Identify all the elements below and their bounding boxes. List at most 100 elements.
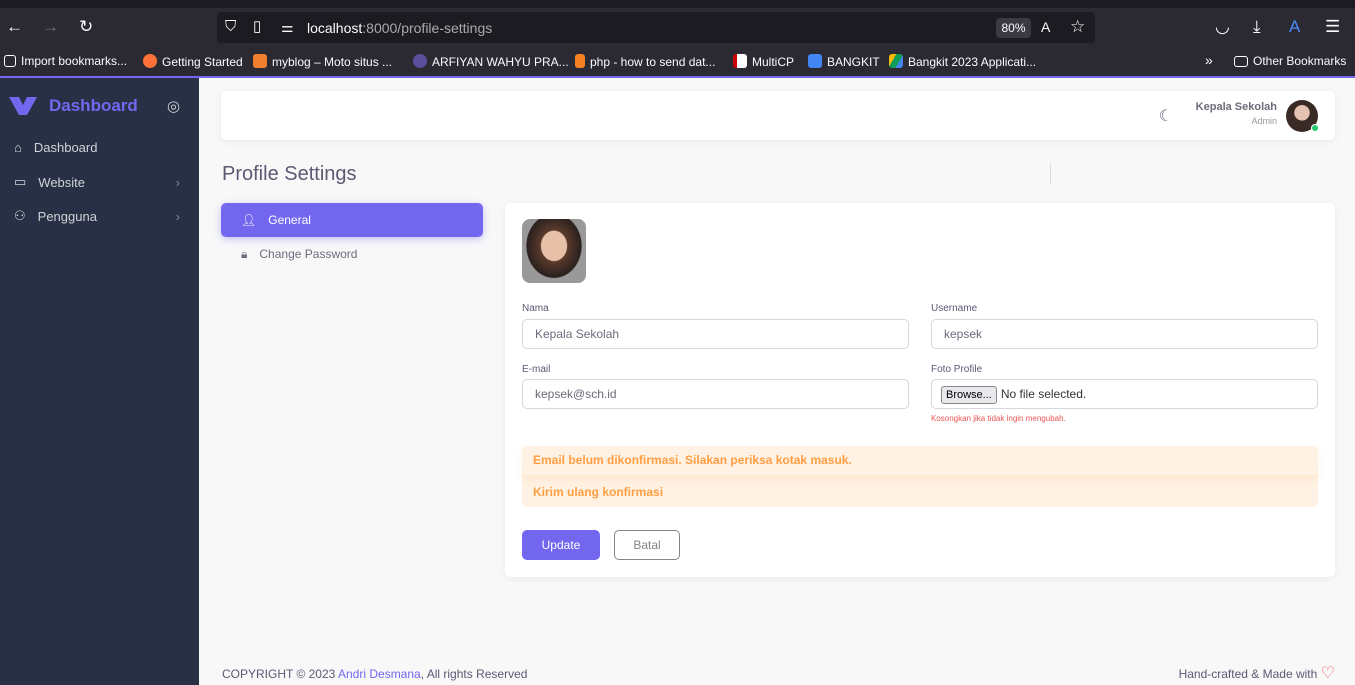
sidebar-item-website[interactable]: ▭ Website › <box>14 174 184 190</box>
bookmark-star-icon[interactable]: ☆ <box>1070 17 1085 37</box>
tab-strip <box>0 0 1355 8</box>
menu-icon[interactable]: ☰ <box>1325 17 1340 37</box>
translate-icon[interactable]: A <box>1041 17 1050 37</box>
back-icon[interactable]: ← <box>6 17 23 37</box>
bookmark-item[interactable]: BANGKIT <box>808 54 880 69</box>
sidebar-item-label: Website <box>38 174 86 190</box>
user-role: Admin <box>1251 116 1277 126</box>
sidebar-item-dashboard[interactable]: ⌂ Dashboard <box>14 140 184 155</box>
bookmarks-bar: Import bookmarks... Getting Started mybl… <box>0 46 1355 76</box>
bookmark-item[interactable]: php - how to send dat... <box>575 54 715 69</box>
tab-label: General <box>268 213 311 227</box>
folder-icon <box>1234 56 1248 67</box>
profile-card: Nama Kepala Sekolah Username kepsek E-ma… <box>505 203 1335 577</box>
resend-confirmation-link[interactable]: Kirim ulang konfirmasi <box>522 475 1318 509</box>
docs-icon <box>808 54 822 68</box>
url-path: :8000/profile-settings <box>362 20 493 36</box>
pocket-icon[interactable]: ◡ <box>1215 17 1230 37</box>
username-label: Username <box>931 303 978 314</box>
url-bar[interactable]: ⛉ ▯ ⚌ localhost:8000/profile-settings 80… <box>217 12 1095 43</box>
bookmark-label: MultiCP <box>752 55 795 69</box>
foto-label: Foto Profile <box>931 364 983 375</box>
home-icon: ⌂ <box>14 140 22 155</box>
nama-label: Nama <box>522 303 549 314</box>
bookmark-item[interactable]: Bangkit 2023 Applicati... <box>889 54 1036 69</box>
page-title: Profile Settings <box>222 163 357 185</box>
top-navbar: ☾ Kepala Sekolah Admin <box>221 91 1335 140</box>
user-name: Kepala Sekolah <box>1195 101 1277 113</box>
footer-copyright: COPYRIGHT © 2023 Andri Desmana, All righ… <box>222 667 527 681</box>
divider <box>1050 163 1051 185</box>
foto-file-input[interactable]: Browse... No file selected. <box>931 379 1318 409</box>
moon-icon[interactable]: ☾ <box>1159 106 1173 126</box>
page-icon: ▯ <box>253 18 262 35</box>
other-bookmarks[interactable]: Other Bookmarks <box>1234 54 1346 68</box>
heart-icon: ♡ <box>1320 665 1335 682</box>
alert-heading: Email belum dikonfirmasi. Silakan periks… <box>522 446 1318 475</box>
collapse-toggle-icon[interactable]: ◎ <box>167 97 180 115</box>
update-button[interactable]: Update <box>522 530 600 560</box>
stackoverflow-icon <box>575 54 585 68</box>
tab-general[interactable]: 👤︎ General <box>221 203 483 237</box>
reload-icon[interactable]: ↻ <box>79 17 93 37</box>
cancel-button[interactable]: Batal <box>614 530 680 560</box>
download-icon[interactable]: ⤓ <box>1253 17 1261 37</box>
chevron-right-icon: › <box>175 174 180 190</box>
browser-icon: ▭ <box>14 174 27 189</box>
sidebar-item-label: Dashboard <box>33 140 98 155</box>
bookmark-item[interactable]: Import bookmarks... <box>4 54 127 68</box>
permissions-icon[interactable]: ⚌ <box>281 17 294 37</box>
no-file-text: No file selected. <box>1000 387 1087 401</box>
made-text: Hand-crafted & Made with <box>1178 667 1318 681</box>
xampp-icon <box>253 54 267 68</box>
browse-button[interactable]: Browse... <box>941 386 997 404</box>
bookmark-label: myblog – Moto situs ... <box>272 55 393 69</box>
multicp-icon <box>733 54 747 68</box>
username-input[interactable]: kepsek <box>931 319 1318 349</box>
university-icon <box>413 54 427 68</box>
user-icon: 👤︎ <box>241 213 257 227</box>
sidebar-item-pengguna[interactable]: ⚇ Pengguna › <box>14 208 184 224</box>
import-icon <box>4 55 16 67</box>
email-alert: Email belum dikonfirmasi. Silakan periks… <box>522 446 1318 507</box>
foto-hint: Kosongkan jika tidak ingin mengubah. <box>931 414 1066 423</box>
author-link[interactable]: Andri Desmana <box>338 667 421 681</box>
bookmark-label: php - how to send dat... <box>590 55 716 69</box>
bookmark-label: Import bookmarks... <box>21 54 128 68</box>
firefox-icon <box>143 54 157 68</box>
forward-icon[interactable]: → <box>42 17 59 37</box>
bookmark-label: ARFIYAN WAHYU PRA... <box>432 55 569 69</box>
sidebar: Dashboard ◎ ⌂ Dashboard ▭ Website › ⚇ Penggu… <box>0 78 199 685</box>
bookmark-item[interactable]: MultiCP <box>733 54 794 69</box>
user-dropdown[interactable]: Kepala Sekolah Admin <box>1196 101 1277 126</box>
copyright-text: COPYRIGHT © 2023 <box>222 667 338 681</box>
tab-change-password[interactable]: 🔒︎ Change Password <box>221 237 483 271</box>
bookmark-label: Getting Started <box>162 55 243 69</box>
users-icon: ⚇ <box>14 208 26 223</box>
rights-text: , All rights Reserved <box>420 667 528 681</box>
url-host: localhost <box>307 20 363 36</box>
profile-photo <box>522 219 586 283</box>
brand-name[interactable]: Dashboard <box>49 96 138 116</box>
drive-icon <box>889 54 903 68</box>
shield-icon[interactable]: ⛉ <box>225 17 236 37</box>
url-text[interactable]: localhost:8000/profile-settings <box>307 20 492 36</box>
bookmark-label: BANGKIT <box>827 55 880 69</box>
logo-icon[interactable] <box>9 97 37 115</box>
nama-input[interactable]: Kepala Sekolah <box>522 319 909 349</box>
footer-made: Hand-crafted & Made with ♡ <box>1179 663 1335 683</box>
bookmark-item[interactable]: Getting Started <box>143 54 243 69</box>
bookmark-label: Bangkit 2023 Applicati... <box>908 55 1037 69</box>
zoom-badge[interactable]: 80% <box>996 18 1031 38</box>
bookmark-item[interactable]: ARFIYAN WAHYU PRA... <box>413 54 569 69</box>
bookmark-item[interactable]: myblog – Moto situs ... <box>253 54 392 69</box>
page-load-line <box>0 76 1355 78</box>
online-status-dot <box>1311 124 1319 132</box>
chevron-right-icon: › <box>175 208 180 224</box>
email-label: E-mail <box>522 364 551 375</box>
translate-extension-icon[interactable]: A <box>1289 17 1300 37</box>
sidebar-item-label: Pengguna <box>37 208 97 224</box>
email-input[interactable]: kepsek@sch.id <box>522 379 909 409</box>
more-bookmarks-icon[interactable]: » <box>1205 52 1213 68</box>
other-bookmarks-label: Other Bookmarks <box>1253 54 1347 68</box>
